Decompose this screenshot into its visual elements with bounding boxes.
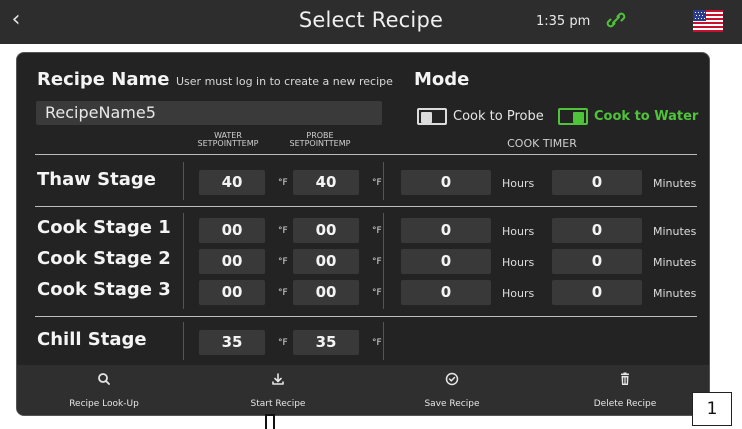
- thaw-hours[interactable]: 0: [401, 170, 491, 195]
- page-title: Select Recipe: [298, 8, 444, 32]
- minutes-unit: Minutes: [653, 177, 697, 190]
- cook-stage-1-label: Cook Stage 1: [37, 217, 171, 238]
- search-icon: [17, 371, 191, 387]
- chill-stage-label: Chill Stage: [37, 329, 147, 350]
- delete-recipe-label: Delete Recipe: [593, 399, 657, 409]
- download-icon: [191, 371, 365, 387]
- hours-unit: Hours: [502, 225, 535, 238]
- cook1-minutes[interactable]: 0: [552, 218, 642, 243]
- recipe-lookup-button[interactable]: Recipe Look-Up: [17, 365, 191, 415]
- cook2-probe-setpoint[interactable]: 00: [293, 249, 359, 274]
- clock-time: 1:35 pm: [536, 14, 591, 29]
- recipe-name-hint: User must log in to create a new recipe: [176, 75, 393, 88]
- cook1-water-setpoint[interactable]: 00: [199, 218, 265, 243]
- cook-stage-3-label: Cook Stage 3: [37, 279, 171, 300]
- check-circle-icon: [365, 371, 539, 387]
- cook-to-probe-label[interactable]: Cook to Probe: [453, 109, 544, 124]
- us-flag-icon[interactable]: [693, 10, 723, 32]
- cook1-hours[interactable]: 0: [401, 218, 491, 243]
- hours-unit: Hours: [502, 256, 535, 269]
- water-setpoint-header: WATER SETPOINTTEMP: [197, 131, 259, 148]
- minutes-unit: Minutes: [653, 225, 697, 238]
- cook3-minutes[interactable]: 0: [552, 280, 642, 305]
- divider: [35, 206, 697, 207]
- degree-unit: °F: [372, 178, 382, 188]
- degree-unit: °F: [372, 338, 382, 348]
- thaw-minutes[interactable]: 0: [552, 170, 642, 195]
- hours-unit: Hours: [502, 177, 535, 190]
- cook2-water-setpoint[interactable]: 00: [199, 249, 265, 274]
- mode-label: Mode: [414, 69, 470, 90]
- degree-unit: °F: [372, 226, 382, 236]
- cook2-minutes[interactable]: 0: [552, 249, 642, 274]
- chill-probe-setpoint[interactable]: 35: [293, 330, 359, 355]
- recipe-name-value: RecipeName5: [45, 103, 156, 122]
- cook-timer-header: COOK TIMER: [507, 137, 577, 150]
- recipe-lookup-label: Recipe Look-Up: [69, 399, 139, 409]
- cook-to-water-label[interactable]: Cook to Water: [594, 109, 698, 124]
- column-separator: [183, 162, 184, 200]
- minutes-unit: Minutes: [653, 287, 697, 300]
- cook-to-water-toggle[interactable]: [558, 108, 588, 125]
- thaw-probe-setpoint[interactable]: 40: [293, 170, 359, 195]
- divider: [35, 316, 697, 317]
- recipe-panel: Recipe Name User must log in to create a…: [16, 52, 710, 416]
- chill-water-setpoint[interactable]: 35: [199, 330, 265, 355]
- top-bar: ‹ Select Recipe 1:35 pm: [0, 0, 742, 44]
- cook1-probe-setpoint[interactable]: 00: [293, 218, 359, 243]
- degree-unit: °F: [278, 257, 288, 267]
- cook3-probe-setpoint[interactable]: 00: [293, 280, 359, 305]
- recipe-name-field[interactable]: RecipeName5: [36, 101, 382, 125]
- column-separator: [183, 213, 184, 309]
- cook-stage-2-label: Cook Stage 2: [37, 248, 171, 269]
- cook3-water-setpoint[interactable]: 00: [199, 280, 265, 305]
- cook3-hours[interactable]: 0: [401, 280, 491, 305]
- column-separator: [183, 322, 184, 360]
- callout-badge: 1: [692, 392, 732, 426]
- thaw-water-setpoint[interactable]: 40: [199, 170, 265, 195]
- degree-unit: °F: [278, 226, 288, 236]
- action-bar: Recipe Look-Up Start Recipe Save Recipe …: [17, 365, 709, 415]
- save-recipe-label: Save Recipe: [424, 399, 480, 409]
- column-separator: [383, 322, 384, 360]
- cook2-hours[interactable]: 0: [401, 249, 491, 274]
- column-separator: [383, 213, 384, 309]
- divider: [35, 154, 697, 155]
- link-icon: [606, 10, 626, 30]
- save-recipe-button[interactable]: Save Recipe: [365, 365, 539, 415]
- degree-unit: °F: [372, 257, 382, 267]
- degree-unit: °F: [372, 288, 382, 298]
- degree-unit: °F: [278, 338, 288, 348]
- cook-to-probe-toggle[interactable]: [417, 108, 447, 125]
- start-recipe-label: Start Recipe: [250, 399, 306, 409]
- trash-icon: [539, 371, 709, 387]
- delete-recipe-button[interactable]: Delete Recipe: [539, 365, 709, 415]
- minutes-unit: Minutes: [653, 256, 697, 269]
- start-recipe-button[interactable]: Start Recipe: [191, 365, 365, 415]
- degree-unit: °F: [278, 178, 288, 188]
- probe-setpoint-header: PROBE SETPOINTTEMP: [289, 131, 351, 148]
- degree-unit: °F: [278, 288, 288, 298]
- column-separator: [383, 162, 384, 200]
- recipe-name-label: Recipe Name: [37, 69, 170, 90]
- thaw-stage-label: Thaw Stage: [37, 169, 156, 190]
- hours-unit: Hours: [502, 287, 535, 300]
- callout-pointer: [265, 414, 275, 429]
